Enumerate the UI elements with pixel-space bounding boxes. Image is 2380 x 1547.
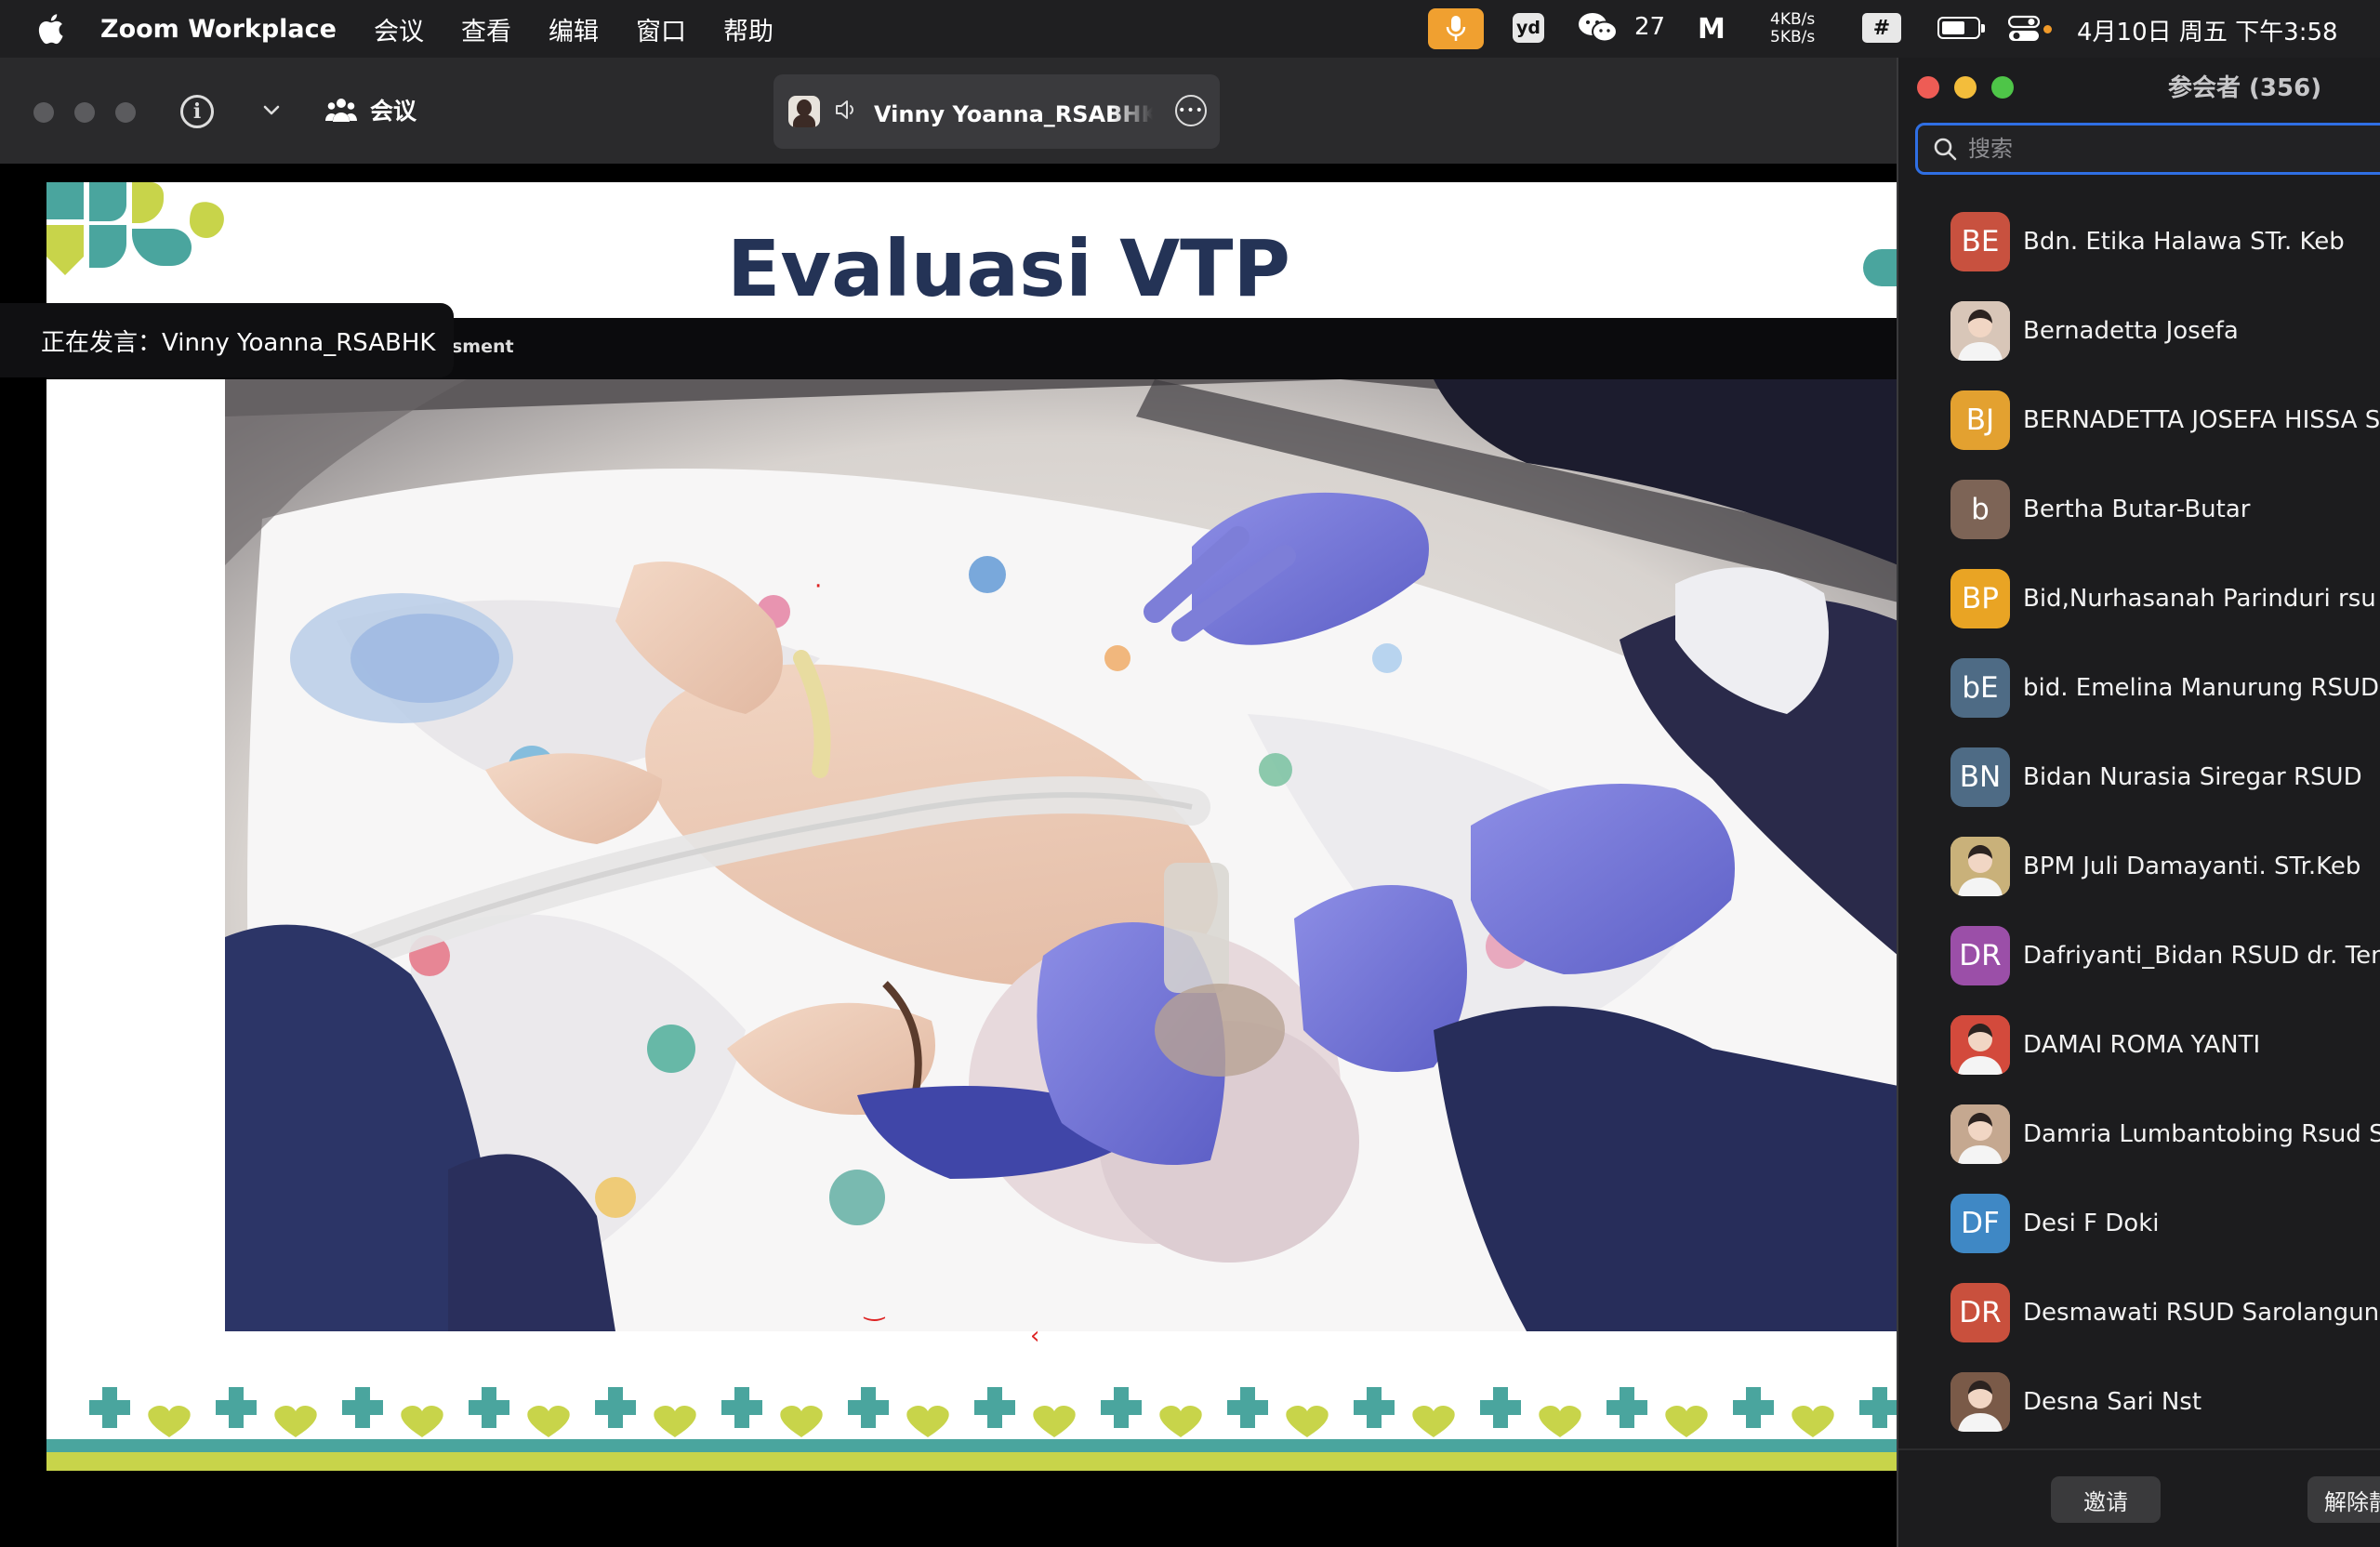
participant-name: Bdn. Etika Halawa STr. Keb bbox=[2023, 228, 2345, 256]
participant-row[interactable]: Desna Sari Nst bbox=[1898, 1357, 2380, 1447]
participant-row[interactable]: BN Bidan Nurasia Siregar RSUD bbox=[1898, 733, 2380, 822]
annotation-mark: ‹ bbox=[1030, 1322, 1040, 1350]
annotation-mark: ‿ bbox=[865, 1294, 884, 1322]
participant-initials-avatar: BP bbox=[1950, 569, 2010, 628]
neonatal-simulation-image bbox=[225, 379, 1897, 1331]
invite-button[interactable]: 邀请 bbox=[2051, 1476, 2161, 1523]
panel-zoom-button[interactable] bbox=[1991, 76, 2014, 99]
active-speaker-tooltip: 正在发言：Vinny Yoanna_RSABHK bbox=[0, 303, 454, 377]
panel-close-button[interactable] bbox=[1917, 76, 1939, 99]
participant-name: Bertha Butar-Butar bbox=[2023, 496, 2251, 523]
participants-title: 参会者 (356) bbox=[2168, 74, 2322, 102]
video-caption-text: sment bbox=[452, 337, 514, 357]
participant-name: Desmawati RSUD Sarolangun bbox=[2023, 1299, 2380, 1327]
apple-icon[interactable] bbox=[32, 10, 69, 47]
speaker-volume-icon bbox=[835, 99, 859, 125]
participant-name: bid. Emelina Manurung RSUD Su bbox=[2023, 674, 2380, 702]
participant-row[interactable]: BPM Juli Damayanti. STr.Keb bbox=[1898, 822, 2380, 911]
participant-initials-avatar: BJ bbox=[1950, 390, 2010, 450]
slide-decoration-tab bbox=[1863, 249, 1897, 286]
participant-row[interactable]: bE bid. Emelina Manurung RSUD Su bbox=[1898, 643, 2380, 733]
search-icon bbox=[1934, 138, 1957, 161]
window-zoom-button[interactable] bbox=[115, 102, 136, 123]
menu-meeting[interactable]: 会议 bbox=[374, 11, 424, 47]
search-input[interactable] bbox=[1968, 136, 2340, 162]
participant-name: Bidan Nurasia Siregar RSUD bbox=[2023, 763, 2362, 791]
participant-name: BERNADETTA JOSEFA HISSA S bbox=[2023, 406, 2380, 434]
unmute-all-button[interactable]: 解除静 bbox=[2307, 1476, 2380, 1523]
participant-row[interactable]: BE Bdn. Etika Halawa STr. Keb bbox=[1898, 197, 2380, 286]
meeting-participants-button[interactable]: 会议 bbox=[325, 93, 416, 126]
app-menu-zoom[interactable]: Zoom Workplace bbox=[100, 15, 337, 44]
participant-name: DAMAI ROMA YANTI bbox=[2023, 1031, 2261, 1059]
net-download-speed: 5KB/s bbox=[1770, 28, 1816, 46]
participant-photo-avatar bbox=[1950, 837, 2010, 896]
slide-footer-pattern bbox=[46, 1387, 1897, 1471]
youdao-dict-icon[interactable]: yd bbox=[1513, 13, 1544, 43]
chevron-down-icon[interactable] bbox=[260, 99, 283, 125]
participant-name: Damria Lumbantobing Rsud Sala bbox=[2023, 1120, 2380, 1148]
participant-name: Bernadetta Josefa bbox=[2023, 317, 2239, 345]
participant-row[interactable]: BP Bid,Nurhasanah Parinduri rsu Su bbox=[1898, 554, 2380, 643]
participant-search[interactable] bbox=[1915, 123, 2380, 175]
participant-photo-avatar bbox=[1950, 1015, 2010, 1075]
net-upload-speed: 4KB/s bbox=[1770, 10, 1816, 29]
annotation-mark: · bbox=[814, 573, 823, 601]
participant-row[interactable]: b Bertha Butar-Butar bbox=[1898, 465, 2380, 554]
participant-list: BE Bdn. Etika Halawa STr. Keb Bernadetta J… bbox=[1898, 197, 2380, 1447]
menu-edit[interactable]: 编辑 bbox=[549, 11, 599, 47]
participant-row[interactable]: DR Dafriyanti_Bidan RSUD dr. Tengk bbox=[1898, 911, 2380, 1000]
window-minimize-button[interactable] bbox=[74, 102, 95, 123]
meeting-info-icon[interactable]: i bbox=[180, 95, 214, 128]
participant-name: Desi F Doki bbox=[2023, 1210, 2160, 1237]
participant-initials-avatar: DF bbox=[1950, 1194, 2010, 1253]
participant-photo-avatar bbox=[1950, 1372, 2010, 1432]
participant-row[interactable]: DAMAI ROMA YANTI bbox=[1898, 1000, 2380, 1090]
training-video-frame bbox=[225, 379, 1897, 1331]
menu-view[interactable]: 查看 bbox=[461, 11, 511, 47]
people-icon bbox=[325, 99, 357, 122]
participant-initials-avatar: BE bbox=[1950, 212, 2010, 271]
participant-photo-avatar bbox=[1950, 1104, 2010, 1164]
participants-footer: 邀请 解除静 bbox=[1898, 1448, 2380, 1547]
active-speaker-pill[interactable]: Vinny Yoanna_RSABHK的 ••• bbox=[774, 74, 1220, 149]
window-close-button[interactable] bbox=[33, 102, 54, 123]
slide-header: Evaluasi VTP bbox=[46, 182, 1897, 318]
participant-row[interactable]: DR Desmawati RSUD Sarolangun bbox=[1898, 1268, 2380, 1357]
menubar-clock[interactable]: 4月10日 周五 下午3:58 bbox=[2077, 13, 2338, 47]
microphone-in-use-icon[interactable] bbox=[1428, 8, 1484, 49]
participant-name: Desna Sari Nst bbox=[2023, 1388, 2202, 1416]
menu-window[interactable]: 窗口 bbox=[636, 11, 686, 47]
participant-photo-avatar bbox=[1950, 301, 2010, 361]
participant-initials-avatar: DR bbox=[1950, 1283, 2010, 1342]
participant-row[interactable]: BJ BERNADETTA JOSEFA HISSA S bbox=[1898, 376, 2380, 465]
m-app-icon[interactable]: M bbox=[1698, 13, 1726, 46]
meeting-button-label: 会议 bbox=[370, 98, 417, 125]
participant-name: Dafriyanti_Bidan RSUD dr. Tengk bbox=[2023, 942, 2380, 970]
hash-app-icon[interactable]: # bbox=[1862, 13, 1901, 43]
wechat-icon[interactable] bbox=[1578, 11, 1619, 48]
participant-initials-avatar: bE bbox=[1950, 658, 2010, 718]
participant-initials-avatar: DR bbox=[1950, 926, 2010, 985]
participant-row[interactable]: Bernadetta Josefa bbox=[1898, 286, 2380, 376]
menu-help[interactable]: 帮助 bbox=[723, 11, 774, 47]
participant-row[interactable]: Damria Lumbantobing Rsud Sala bbox=[1898, 1090, 2380, 1179]
more-options-icon[interactable]: ••• bbox=[1175, 95, 1207, 126]
control-center-icon[interactable] bbox=[2007, 15, 2041, 46]
recording-indicator-dot bbox=[2043, 25, 2052, 33]
participant-name: Bid,Nurhasanah Parinduri rsu Su bbox=[2023, 585, 2380, 613]
panel-minimize-button[interactable] bbox=[1954, 76, 1977, 99]
participant-name: BPM Juli Damayanti. STr.Keb bbox=[2023, 853, 2361, 880]
network-speed: 4KB/s 5KB/s bbox=[1770, 11, 1815, 46]
macos-menu-bar: Zoom Workplace 会议 查看 编辑 窗口 帮助 yd 27 M 4K… bbox=[0, 0, 2380, 58]
participant-initials-avatar: BN bbox=[1950, 747, 2010, 807]
participant-row[interactable]: DF Desi F Doki bbox=[1898, 1179, 2380, 1268]
participant-initials-avatar: b bbox=[1950, 480, 2010, 539]
slide-title: Evaluasi VTP bbox=[726, 223, 1290, 314]
speaker-avatar bbox=[788, 96, 820, 127]
wechat-unread-count: 27 bbox=[1634, 13, 1666, 41]
active-speaker-name: Vinny Yoanna_RSABHK的 bbox=[874, 100, 1153, 127]
battery-icon[interactable] bbox=[1937, 17, 1985, 39]
participants-panel: 参会者 (356) BE Bdn. Etika Halawa STr. Keb Be… bbox=[1897, 58, 2380, 1547]
